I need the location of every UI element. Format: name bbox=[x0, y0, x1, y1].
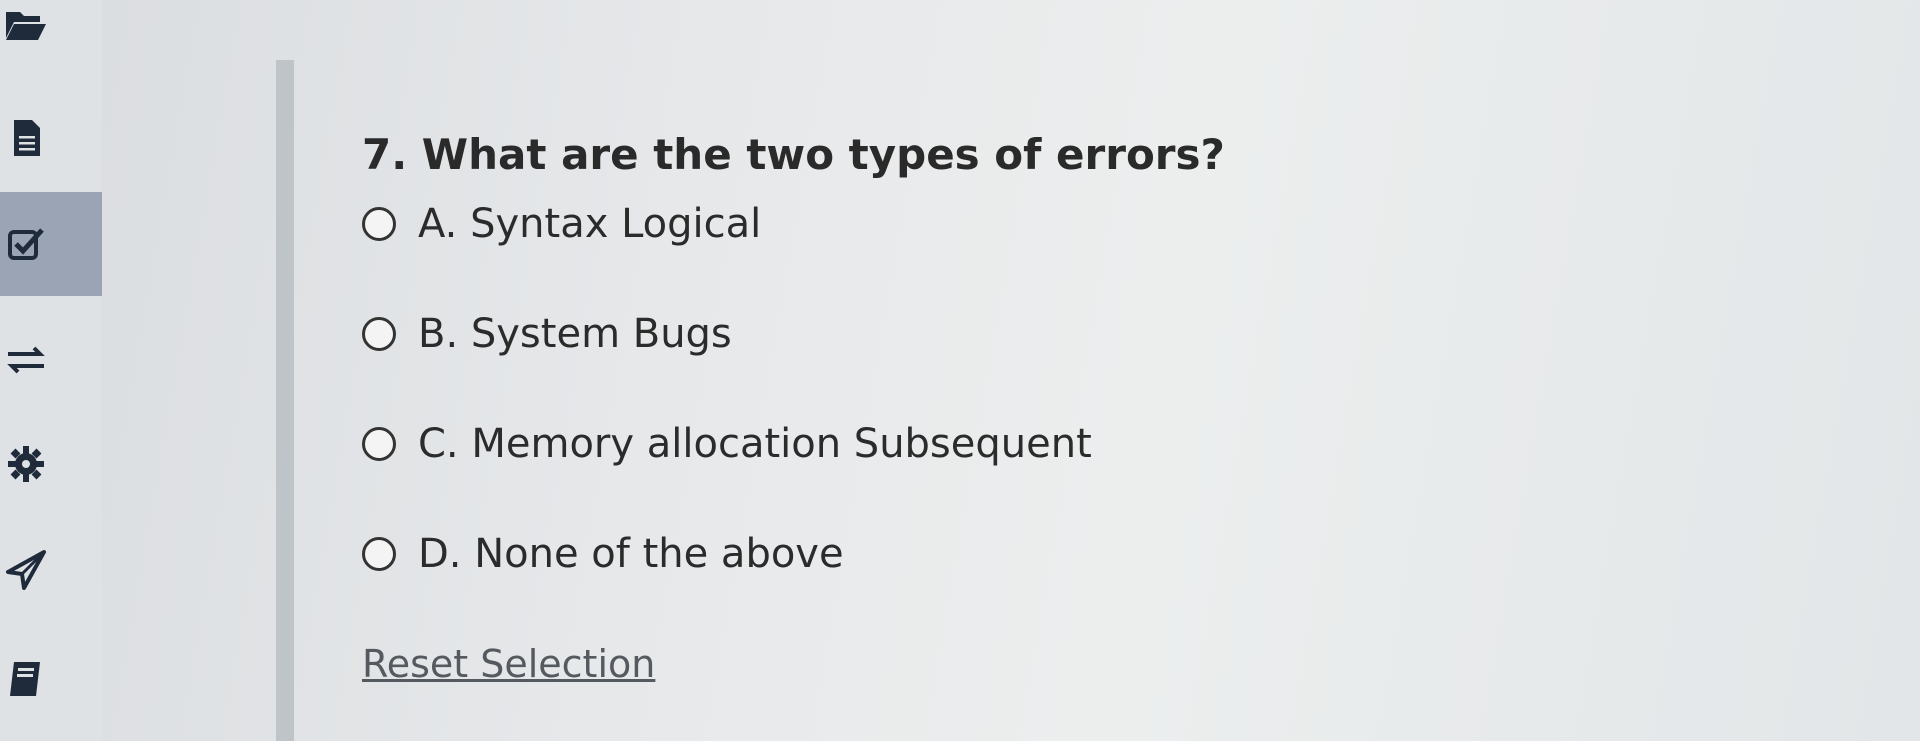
folder-open-icon bbox=[6, 12, 46, 40]
sidebar-item-swap[interactable] bbox=[0, 308, 102, 412]
option-a[interactable]: A. Syntax Logical bbox=[362, 196, 1762, 252]
radio-button[interactable] bbox=[362, 207, 396, 241]
checkbox-icon bbox=[8, 228, 44, 260]
send-icon bbox=[6, 550, 46, 590]
sidebar-item-send[interactable] bbox=[0, 518, 102, 622]
sidebar-item-folder[interactable] bbox=[0, 0, 102, 76]
question-block: 7. What are the two types of errors? A. … bbox=[362, 128, 1762, 582]
radio-button[interactable] bbox=[362, 317, 396, 351]
quiz-app: 7. What are the two types of errors? A. … bbox=[0, 0, 1920, 741]
sidebar-item-document[interactable] bbox=[0, 86, 102, 190]
sidebar-rail bbox=[0, 0, 102, 741]
option-label: C. Memory allocation Subsequent bbox=[418, 421, 1092, 467]
radio-button[interactable] bbox=[362, 427, 396, 461]
option-c[interactable]: C. Memory allocation Subsequent bbox=[362, 416, 1762, 472]
option-label: A. Syntax Logical bbox=[418, 201, 762, 247]
radio-button[interactable] bbox=[362, 537, 396, 571]
notebook-icon bbox=[10, 662, 40, 696]
option-label: B. System Bugs bbox=[418, 311, 732, 357]
sidebar-item-settings[interactable] bbox=[0, 412, 102, 516]
content-divider bbox=[276, 60, 294, 741]
option-b[interactable]: B. System Bugs bbox=[362, 306, 1762, 362]
sidebar-item-checkbox[interactable] bbox=[0, 192, 102, 296]
question-title: 7. What are the two types of errors? bbox=[362, 130, 1225, 179]
swap-arrows-icon bbox=[7, 346, 45, 374]
reset-selection-link[interactable]: Reset Selection bbox=[362, 640, 655, 688]
gear-icon bbox=[8, 446, 44, 482]
option-label: D. None of the above bbox=[418, 531, 844, 577]
sidebar-item-notebook[interactable] bbox=[0, 626, 102, 730]
document-icon bbox=[14, 120, 40, 156]
option-d[interactable]: D. None of the above bbox=[362, 526, 1762, 582]
